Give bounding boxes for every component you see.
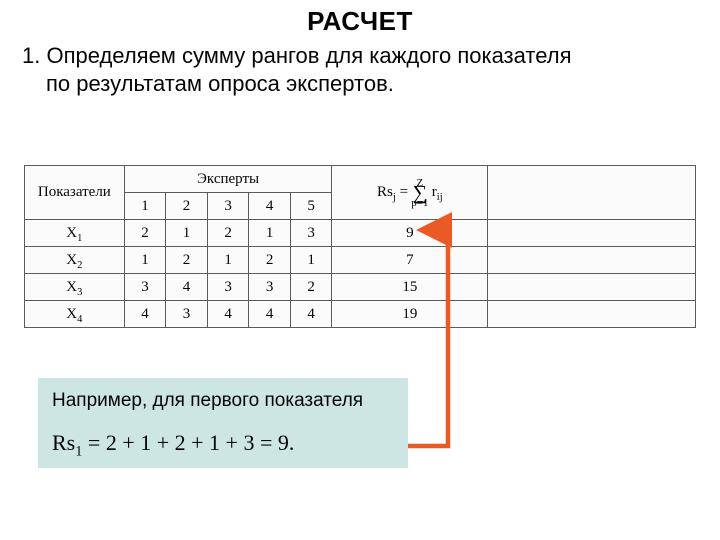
formula-sum-upper: Z (417, 176, 424, 190)
th-formula: Rsj = ∑ Z p=1 rij (332, 166, 488, 220)
rank-table: Показатели Эксперты Rsj = ∑ Z p=1 rij (24, 165, 696, 328)
row3-v2: 4 (166, 274, 208, 301)
row2-v5: 1 (290, 247, 332, 274)
table-row: X1 2 1 2 1 3 9 (25, 220, 696, 247)
row4-blank (488, 301, 696, 328)
th-exp-5: 5 (290, 193, 332, 220)
th-exp-2: 2 (166, 193, 208, 220)
page-title: РАСЧЕТ (0, 6, 720, 37)
body-text: 1. Определяем сумму рангов для каждого п… (22, 42, 682, 97)
th-blank (488, 166, 696, 220)
row4-label: X4 (25, 301, 125, 328)
row4-v4: 4 (249, 301, 291, 328)
table-row: X4 4 3 4 4 4 19 (25, 301, 696, 328)
th-indicators: Показатели (25, 166, 125, 220)
th-exp-1: 1 (124, 193, 166, 220)
row2-v1: 1 (124, 247, 166, 274)
th-exp-3: 3 (207, 193, 249, 220)
row3-blank (488, 274, 696, 301)
table-row: X3 3 4 3 3 2 15 (25, 274, 696, 301)
row2-v4: 2 (249, 247, 291, 274)
table-row: X2 1 2 1 2 1 7 (25, 247, 696, 274)
th-experts: Эксперты (124, 166, 332, 193)
row3-v4: 3 (249, 274, 291, 301)
row4-v3: 4 (207, 301, 249, 328)
row1-blank (488, 220, 696, 247)
row3-v1: 3 (124, 274, 166, 301)
formula-rhs-sub: ij (437, 192, 443, 203)
row2-sum: 7 (332, 247, 488, 274)
formula-sum-lower: p=1 (411, 196, 428, 210)
th-exp-4: 4 (249, 193, 291, 220)
row1-v4: 1 (249, 220, 291, 247)
row3-label: X3 (25, 274, 125, 301)
row2-label: X2 (25, 247, 125, 274)
example-rs: Rs (52, 430, 75, 455)
row1-sum: 9 (332, 220, 488, 247)
row1-label: X1 (25, 220, 125, 247)
row1-v2: 1 (166, 220, 208, 247)
row1-v1: 2 (124, 220, 166, 247)
formula-eq: = (396, 184, 408, 200)
formula-lhs: Rs (377, 184, 393, 200)
row1-v5: 3 (290, 220, 332, 247)
row2-v2: 2 (166, 247, 208, 274)
row4-v1: 4 (124, 301, 166, 328)
rs-formula: Rsj = ∑ Z p=1 rij (373, 182, 447, 203)
example-line2: Rs1 = 2 + 1 + 2 + 1 + 3 = 9. (52, 430, 394, 456)
row1-v3: 2 (207, 220, 249, 247)
rank-table-wrap: Показатели Эксперты Rsj = ∑ Z p=1 rij (24, 165, 696, 328)
example-calc: = 2 + 1 + 2 + 1 + 3 = 9. (82, 430, 294, 455)
row3-sum: 15 (332, 274, 488, 301)
body-text-line2: по результатам опроса экспертов. (22, 70, 682, 98)
row2-blank (488, 247, 696, 274)
row4-v5: 4 (290, 301, 332, 328)
row3-v5: 2 (290, 274, 332, 301)
body-text-line1: 1. Определяем сумму рангов для каждого п… (22, 42, 682, 70)
row2-v3: 1 (207, 247, 249, 274)
row3-v3: 3 (207, 274, 249, 301)
row4-sum: 19 (332, 301, 488, 328)
example-box: Например, для первого показателя Rs1 = 2… (38, 378, 408, 468)
example-line1: Например, для первого показателя (52, 390, 394, 412)
row4-v2: 3 (166, 301, 208, 328)
sigma-icon: ∑ Z p=1 (413, 186, 427, 200)
slide: РАСЧЕТ 1. Определяем сумму рангов для ка… (0, 0, 720, 540)
table-header-row-1: Показатели Эксперты Rsj = ∑ Z p=1 rij (25, 166, 696, 193)
